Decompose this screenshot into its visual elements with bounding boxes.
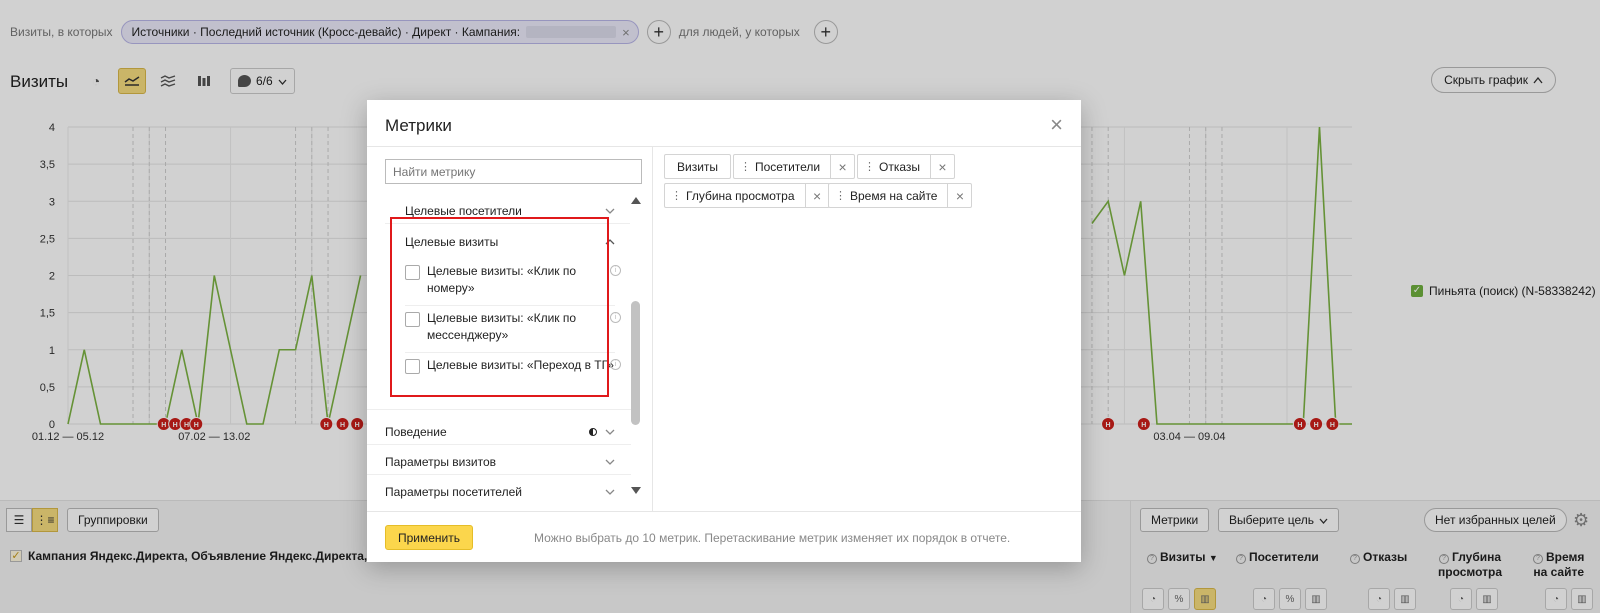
chevron-down-icon [605, 206, 615, 217]
remove-icon[interactable]: × [830, 155, 854, 178]
metrics-catalog: Целевые посетители Целевые визиты Целевы… [367, 147, 653, 511]
drag-handle-icon[interactable]: ⋮ [858, 160, 879, 173]
close-icon[interactable]: × [1050, 114, 1063, 136]
remove-icon[interactable]: × [930, 155, 954, 178]
info-icon[interactable]: i [610, 312, 621, 323]
drag-handle-icon[interactable]: ⋮ [734, 160, 755, 173]
annotation-highlight-box [390, 217, 609, 397]
chevron-down-icon [605, 427, 615, 438]
selected-metrics: Визиты ⋮ Посетители × ⋮ Отказы × ⋮ Глуби… [654, 147, 1081, 511]
chevron-down-icon [605, 457, 615, 468]
info-icon[interactable]: i [610, 359, 621, 370]
divider [367, 474, 631, 475]
section-visit-params[interactable]: Параметры визитов [385, 455, 615, 469]
half-filled-icon [589, 428, 597, 436]
chevron-down-icon [605, 487, 615, 498]
selected-metric-chip[interactable]: ⋮ Отказы × [857, 154, 956, 179]
section-visitor-params[interactable]: Параметры посетителей [385, 485, 615, 499]
info-icon[interactable]: i [610, 265, 621, 276]
modal-footer: Применить Можно выбрать до 10 метрик. Пе… [367, 511, 1081, 562]
scrollbar[interactable] [631, 197, 641, 497]
remove-icon[interactable]: × [947, 184, 971, 207]
selected-metric-chip[interactable]: ⋮ Время на сайте × [828, 183, 973, 208]
selected-metric-chip[interactable]: ⋮ Посетители × [733, 154, 856, 179]
modal-title: Метрики [385, 116, 452, 135]
section-target-visitors[interactable]: Целевые посетители [405, 204, 615, 218]
footer-hint: Можно выбрать до 10 метрик. Перетаскиван… [534, 531, 1011, 545]
scroll-down-arrow-icon[interactable] [631, 487, 641, 494]
divider [367, 444, 631, 445]
section-behavior[interactable]: Поведение [385, 425, 615, 439]
divider [367, 409, 631, 410]
scrollbar-thumb[interactable] [631, 301, 640, 425]
selected-metric-chip[interactable]: ⋮ Глубина просмотра × [664, 183, 830, 208]
metric-search-input[interactable] [385, 159, 642, 184]
metrics-modal: Метрики × Целевые посетители Целевые виз… [367, 100, 1081, 562]
drag-handle-icon[interactable]: ⋮ [829, 189, 850, 202]
scroll-up-arrow-icon[interactable] [631, 197, 641, 204]
remove-icon[interactable]: × [804, 184, 829, 207]
apply-button[interactable]: Применить [385, 525, 474, 550]
drag-handle-icon[interactable]: ⋮ [665, 189, 686, 202]
selected-metric-chip[interactable]: Визиты [664, 154, 732, 179]
